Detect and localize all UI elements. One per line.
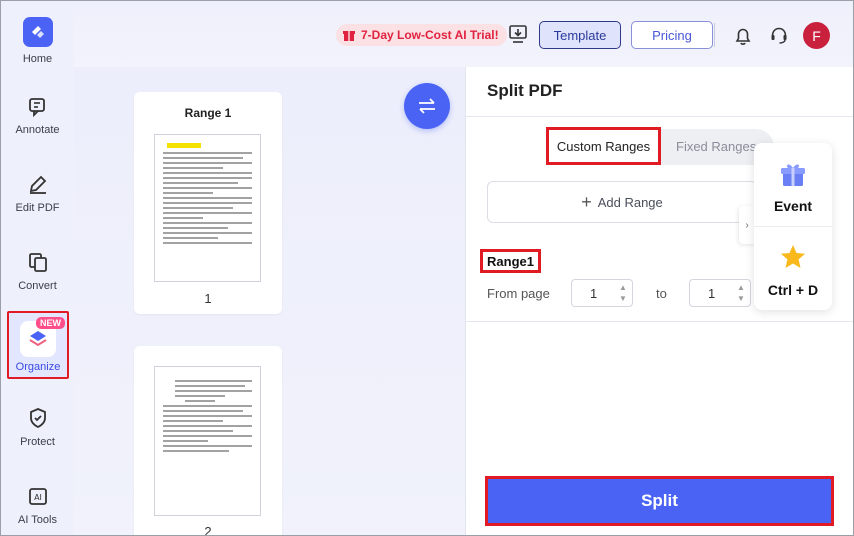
pricing-button[interactable]: Pricing [631, 21, 713, 49]
avatar[interactable]: F [803, 22, 830, 49]
sidebar-item-label: Convert [18, 280, 57, 292]
sidebar-item-annotate[interactable]: Annotate [1, 94, 74, 136]
chevron-right-icon: › [745, 219, 749, 231]
stepper-arrows-icon[interactable]: ▲ ▼ [618, 282, 628, 304]
sidebar-item-organize[interactable]: NEW Organize [7, 311, 69, 379]
page-preview-area: Range 1 1 2 [74, 67, 465, 536]
gift-icon[interactable] [779, 161, 807, 194]
plus-icon: + [581, 192, 592, 212]
page-number: 2 [204, 524, 212, 536]
panel-title: Split PDF [487, 81, 563, 100]
tab-fixed-ranges[interactable]: Fixed Ranges [676, 139, 756, 154]
to-label: to [656, 286, 667, 301]
sidebar-item-ai-tools[interactable]: AI AI Tools [1, 484, 74, 526]
shield-icon [29, 408, 46, 429]
add-range-button[interactable]: + Add Range [487, 181, 757, 223]
from-page-value: 1 [590, 285, 598, 301]
sidebar-item-edit-pdf[interactable]: Edit PDF [1, 172, 74, 214]
ai-trial-banner[interactable]: 7-Day Low-Cost AI Trial! [336, 24, 507, 46]
sidebar-item-label: Edit PDF [15, 202, 60, 214]
to-page-stepper[interactable]: 1 ▲ ▼ [689, 279, 751, 307]
headset-icon[interactable] [768, 24, 790, 46]
swap-button[interactable] [404, 83, 450, 129]
divider [754, 226, 832, 227]
svg-text:AI: AI [34, 493, 42, 502]
tab-custom-ranges[interactable]: Custom Ranges [546, 127, 661, 165]
bookmark-shortcut-label: Ctrl + D [767, 282, 819, 298]
from-page-label: From page [487, 286, 550, 301]
home-logo-icon [22, 17, 53, 47]
page-card[interactable]: Range 1 1 [134, 92, 282, 314]
sidebar-item-label: Home [22, 53, 53, 65]
from-page-stepper[interactable]: 1 ▲ ▼ [571, 279, 633, 307]
sidebar-item-protect[interactable]: Protect [1, 406, 74, 448]
sidebar-item-convert[interactable]: Convert [1, 250, 74, 292]
toolbar-divider [714, 23, 715, 47]
sidebar-item-label: AI Tools [18, 514, 57, 526]
page-thumbnail [154, 366, 261, 516]
sidebar: Home Annotate Edit PDF Convert NEW Organ… [1, 1, 74, 535]
download-icon[interactable] [507, 23, 529, 45]
divider [466, 116, 853, 117]
annotate-icon [28, 98, 45, 118]
convert-icon [28, 253, 47, 272]
top-bar: 7-Day Low-Cost AI Trial! Template Pricin… [74, 1, 853, 67]
template-button[interactable]: Template [539, 21, 621, 49]
to-page-value: 1 [708, 285, 716, 301]
gift-icon [343, 31, 355, 41]
sidebar-item-label: Organize [15, 361, 61, 373]
stepper-arrows-icon[interactable]: ▲ ▼ [736, 282, 746, 304]
bell-icon[interactable] [732, 25, 754, 47]
edit-pdf-icon [29, 175, 46, 194]
collapse-float-button[interactable]: › [739, 206, 755, 244]
new-badge: NEW [36, 317, 65, 329]
star-icon[interactable] [779, 243, 807, 276]
event-label[interactable]: Event [754, 198, 832, 214]
app-window: Home Annotate Edit PDF Convert NEW Organ… [0, 0, 854, 536]
page-thumbnail [154, 134, 261, 282]
add-range-label: Add Range [597, 194, 663, 210]
sidebar-item-home[interactable]: Home [1, 17, 74, 65]
sidebar-item-label: Annotate [15, 124, 60, 136]
page-number: 1 [204, 291, 212, 306]
split-button[interactable]: Split [485, 476, 834, 526]
page-card[interactable]: 2 [134, 346, 282, 536]
range-label: Range1 [480, 249, 541, 273]
divider [466, 321, 853, 322]
range-card-title: Range 1 [184, 106, 232, 120]
ai-tools-icon: AI [28, 488, 47, 505]
floating-event-card: Event Ctrl + D [754, 143, 832, 310]
sidebar-item-label: Protect [20, 436, 55, 448]
swap-arrows-icon [419, 98, 435, 114]
trial-text: 7-Day Low-Cost AI Trial! [361, 28, 499, 42]
